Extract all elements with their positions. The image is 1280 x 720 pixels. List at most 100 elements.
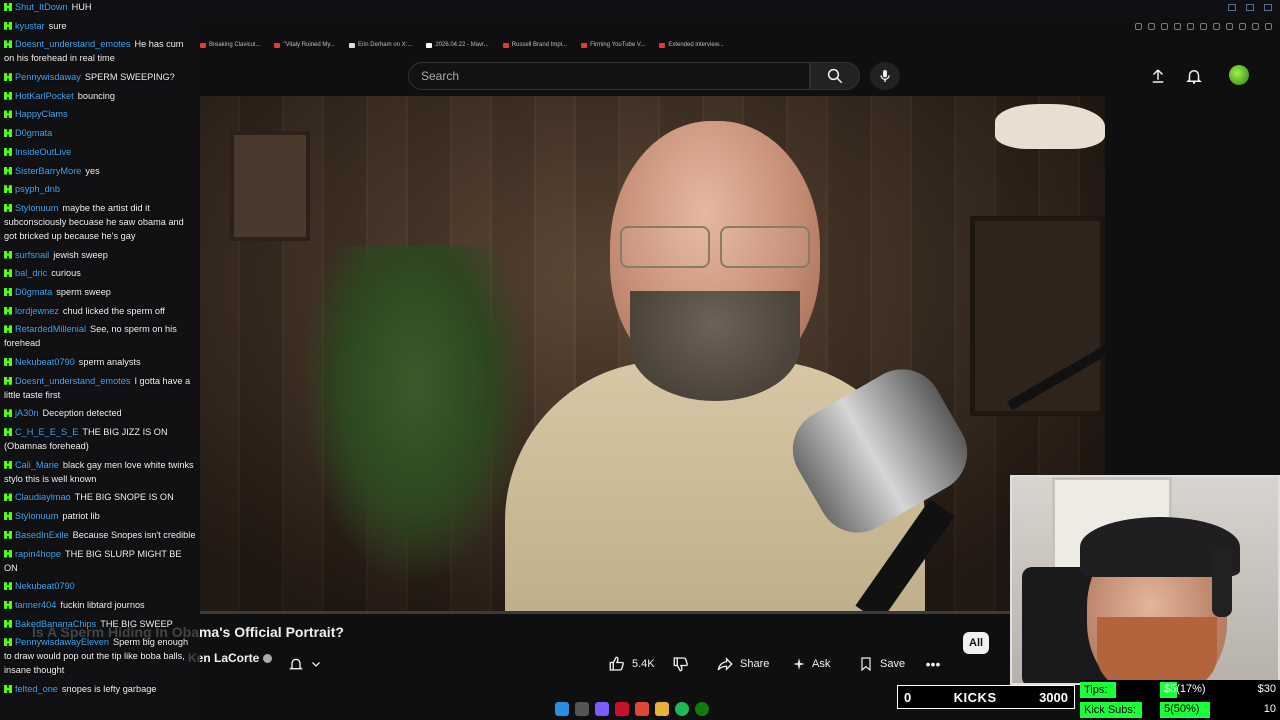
chat-text: Deception detected bbox=[42, 408, 122, 419]
chat-text: sperm sweep bbox=[56, 286, 111, 297]
chat-username[interactable]: PennywisdawayEleven bbox=[15, 637, 109, 647]
chat-message: felted_one snopes is lefty garbage bbox=[4, 682, 196, 696]
subs-goal: 10 bbox=[1263, 703, 1276, 715]
channel-name[interactable]: Ken LaCorte bbox=[188, 651, 273, 665]
window-controls[interactable] bbox=[1228, 4, 1272, 11]
chat-username[interactable]: HappyClams bbox=[15, 109, 68, 119]
app-icon[interactable] bbox=[615, 702, 629, 716]
bookmark[interactable]: Russell Brand Impl... bbox=[502, 42, 567, 48]
chat-username[interactable]: Pennywisdaway bbox=[15, 72, 81, 82]
extension-icons[interactable] bbox=[1135, 23, 1272, 30]
like-button[interactable]: 5.4K bbox=[608, 653, 655, 675]
windows-start-icon[interactable] bbox=[555, 702, 569, 716]
chat-username[interactable]: BakedBananaChips bbox=[15, 619, 96, 629]
kick-badge-icon bbox=[4, 512, 12, 521]
chat-username[interactable]: InsideOutLive bbox=[15, 147, 71, 157]
chat-username[interactable]: Cali_Marie bbox=[15, 460, 59, 470]
more-actions-button[interactable]: ••• bbox=[922, 653, 944, 675]
thumbs-down-icon bbox=[673, 657, 688, 672]
kick-badge-icon bbox=[4, 530, 12, 539]
chat-message: kyustar sure bbox=[4, 19, 196, 33]
chat-username[interactable]: BasedInExile bbox=[15, 530, 69, 540]
streamer-webcam bbox=[1010, 475, 1280, 685]
chat-username[interactable]: Nekubeat0790 bbox=[15, 357, 75, 367]
kick-badge-icon bbox=[4, 358, 12, 366]
app-icon[interactable] bbox=[595, 702, 609, 716]
chat-username[interactable]: lordjewnez bbox=[15, 306, 59, 316]
kick-badge-icon bbox=[4, 3, 12, 11]
ask-button[interactable]: Ask bbox=[792, 653, 830, 675]
chat-message: D0gmata sperm sweep bbox=[4, 285, 196, 299]
kick-badge-icon bbox=[4, 619, 12, 628]
video-progress-bar[interactable] bbox=[200, 611, 1105, 614]
chat-message: HotKarlPocket bouncing bbox=[4, 89, 196, 103]
chat-username[interactable]: D0gmata bbox=[15, 287, 52, 297]
kick-badge-icon bbox=[4, 493, 12, 502]
bookmark[interactable]: Breaking Clavicul... bbox=[200, 42, 260, 48]
kick-badge-icon bbox=[4, 203, 12, 212]
save-button[interactable]: Save bbox=[858, 653, 905, 675]
chat-username[interactable]: Shut_ItDown bbox=[15, 2, 68, 12]
chat-username[interactable]: C_H_E_E_S_E bbox=[15, 427, 78, 437]
sparkle-icon bbox=[793, 658, 805, 670]
chat-text: patriot lib bbox=[62, 511, 100, 522]
xbox-icon[interactable] bbox=[695, 702, 709, 716]
bookmark[interactable]: Firming YouTube V... bbox=[581, 42, 645, 48]
subscription-bell-button[interactable] bbox=[288, 652, 333, 676]
chat-username[interactable]: tanner404 bbox=[15, 600, 56, 610]
live-chat-overlay: Shut_ItDown HUH kyustar sure Doesnt_understa… bbox=[0, 0, 200, 720]
dislike-button[interactable] bbox=[672, 653, 690, 675]
kick-badge-icon bbox=[4, 147, 12, 156]
spotify-icon[interactable] bbox=[675, 702, 689, 716]
bookmark[interactable]: Erin Derham on X:... bbox=[348, 42, 412, 48]
chat-username[interactable]: kyustar bbox=[15, 21, 45, 31]
chat-username[interactable]: Nekubeat0790 bbox=[15, 581, 75, 591]
video-player[interactable] bbox=[200, 96, 1105, 611]
chat-message: C_H_E_E_S_E THE BIG JIZZ IS ON (Obamnas f… bbox=[4, 425, 196, 453]
screen: Breaking Clavicul... "Vitaly Ruined My..… bbox=[0, 0, 1280, 720]
chat-username[interactable]: Stylonuum bbox=[15, 203, 58, 213]
search-icon[interactable] bbox=[575, 702, 589, 716]
kick-badge-icon bbox=[4, 325, 12, 334]
chat-username[interactable]: Doesnt_understand_emotes bbox=[15, 376, 130, 386]
kick-badge-icon bbox=[4, 40, 12, 49]
search-input[interactable]: Search bbox=[408, 62, 810, 90]
chat-message: psyph_dnb bbox=[4, 182, 196, 196]
share-button[interactable]: Share bbox=[716, 653, 769, 675]
chat-username[interactable]: surfsnail bbox=[15, 250, 49, 260]
chat-username[interactable]: Claudiaylmao bbox=[15, 492, 71, 502]
chat-username[interactable]: Stylonuum bbox=[15, 511, 58, 521]
kick-badge-icon bbox=[4, 250, 12, 259]
chip-all[interactable]: All bbox=[963, 632, 990, 654]
folder-icon[interactable] bbox=[655, 702, 669, 716]
bookmark[interactable]: 2026.04.22 - Mavr... bbox=[426, 42, 489, 48]
chat-username[interactable]: D0gmata bbox=[15, 128, 52, 138]
chat-text: sure bbox=[48, 20, 67, 31]
goal-stats: Tips: $5(17%) $30 Kick Subs: 5(50%) 10 bbox=[1080, 680, 1280, 720]
chat-username[interactable]: RetardedMillenial bbox=[15, 324, 86, 334]
chat-username[interactable]: bal_dric bbox=[15, 268, 47, 278]
chat-message: lordjewnez chud licked the sperm off bbox=[4, 304, 196, 318]
notifications-button[interactable] bbox=[1184, 66, 1204, 86]
bookmark[interactable]: "Vitaly Ruined My... bbox=[274, 42, 335, 48]
chat-username[interactable]: felted_one bbox=[15, 684, 58, 694]
kick-badge-icon bbox=[4, 376, 12, 385]
chat-message: tanner404 fuckin libtard journos bbox=[4, 598, 196, 612]
kick-badge-icon bbox=[4, 287, 12, 296]
chat-username[interactable]: psyph_dnb bbox=[15, 184, 60, 194]
chat-username[interactable]: jA30n bbox=[15, 408, 39, 418]
create-button[interactable] bbox=[1148, 66, 1168, 86]
voice-search-button[interactable] bbox=[870, 62, 900, 90]
chat-username[interactable]: rapin4hope bbox=[15, 549, 61, 559]
bookmark[interactable]: Extended interview... bbox=[659, 42, 724, 48]
avatar[interactable] bbox=[1229, 65, 1249, 85]
search-button[interactable] bbox=[810, 62, 860, 90]
browser-icon[interactable] bbox=[635, 702, 649, 716]
chat-message: BasedInExile Because Snopes isn't credibl… bbox=[4, 528, 196, 542]
chat-text: Because Snopes isn't credible bbox=[72, 529, 196, 540]
chat-username[interactable]: Doesnt_understand_emotes bbox=[15, 39, 130, 49]
upload-icon bbox=[1152, 69, 1164, 83]
chat-username[interactable]: SisterBarryMore bbox=[15, 166, 81, 176]
lantern-prop bbox=[230, 131, 310, 241]
chat-username[interactable]: HotKarlPocket bbox=[15, 91, 74, 101]
